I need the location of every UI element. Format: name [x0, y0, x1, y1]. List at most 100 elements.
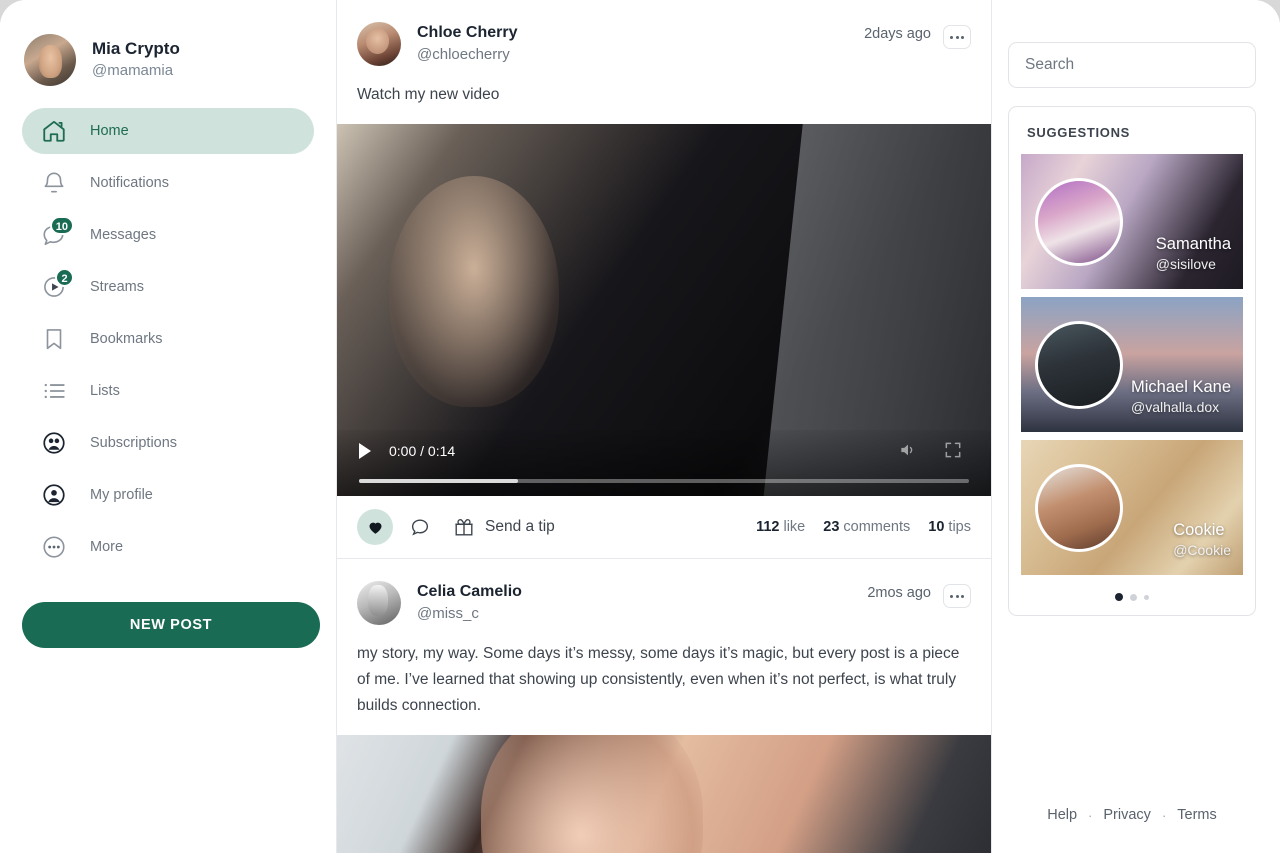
- post-options-button[interactable]: [943, 25, 971, 49]
- video-progress-bar[interactable]: [359, 479, 969, 484]
- like-button[interactable]: [357, 509, 393, 546]
- post-image[interactable]: [337, 735, 991, 853]
- bell-icon: [40, 169, 68, 197]
- sidebar-item-label: More: [90, 539, 124, 555]
- comment-button[interactable]: [409, 516, 431, 538]
- footer-links: Help · Privacy · Terms: [1008, 807, 1256, 853]
- suggestion-handle: @Cookie: [1173, 542, 1231, 559]
- suggestion-card[interactable]: Michael Kane @valhalla.dox: [1021, 297, 1243, 432]
- play-circle-icon: 2: [40, 268, 74, 301]
- likes-count: 112: [756, 519, 780, 536]
- list-icon: [40, 377, 68, 405]
- video-controls: 0:00 / 0:14: [337, 430, 991, 497]
- post: Chloe Cherry @chloecherry 2days ago Watc…: [337, 0, 991, 560]
- right-sidebar: SUGGESTIONS Samantha @sisilove Michael K…: [992, 0, 1280, 853]
- post-header: Chloe Cherry @chloecherry 2days ago: [337, 0, 991, 66]
- post-video-player[interactable]: 0:00 / 0:14: [337, 124, 991, 497]
- post-text: my story, my way. Some days it’s messy, …: [357, 645, 960, 715]
- feed: Chloe Cherry @chloecherry 2days ago Watc…: [336, 0, 992, 853]
- likes-label: like: [783, 519, 806, 536]
- sidebar-item-label: Notifications: [90, 175, 169, 191]
- user-circle-icon: [40, 481, 68, 509]
- heart-icon: [369, 522, 381, 534]
- post-author-handle[interactable]: @chloecherry: [417, 44, 864, 66]
- tips-label: tips: [948, 519, 971, 536]
- privacy-link[interactable]: Privacy: [1103, 807, 1151, 823]
- badge-count: 10: [49, 216, 74, 235]
- sidebar-item-streams[interactable]: 2 Streams: [22, 264, 314, 310]
- ellipsis-icon: [950, 594, 953, 598]
- badge-count: 2: [55, 268, 74, 287]
- sidebar-item-bookmarks[interactable]: Bookmarks: [22, 316, 314, 362]
- avatar[interactable]: [357, 22, 401, 66]
- post: Celia Camelio @miss_c 2mos ago my story,…: [337, 559, 991, 853]
- sidebar-item-label: Subscriptions: [90, 435, 178, 451]
- suggestion-name: Samantha: [1155, 234, 1231, 253]
- sidebar-item-label: My profile: [90, 487, 153, 503]
- sidebar-item-notifications[interactable]: Notifications: [22, 160, 314, 206]
- sidebar-item-more[interactable]: More: [22, 524, 314, 570]
- post-header: Celia Camelio @miss_c 2mos ago: [337, 559, 991, 626]
- carousel-dot[interactable]: [1130, 593, 1137, 601]
- tips-stat: 10 tips: [928, 518, 971, 536]
- post-author-name[interactable]: Chloe Cherry: [417, 22, 864, 44]
- ellipsis-icon: [955, 594, 959, 598]
- tips-count: 10: [928, 519, 945, 536]
- ellipsis-icon: [955, 35, 959, 39]
- sidebar-item-label: Streams: [90, 279, 144, 295]
- footer-separator: ·: [1161, 807, 1167, 823]
- post-timestamp: 2days ago: [864, 26, 931, 42]
- sidebar-item-home[interactable]: Home: [22, 108, 314, 154]
- avatar: [1035, 320, 1123, 409]
- comment-bubble-icon: [411, 519, 429, 536]
- new-post-button[interactable]: NEW POST: [22, 602, 320, 648]
- post-author-name[interactable]: Celia Camelio: [417, 581, 867, 603]
- current-user-profile[interactable]: Mia Crypto @mamamia: [22, 30, 314, 86]
- fullscreen-icon[interactable]: [943, 440, 969, 462]
- play-icon[interactable]: [359, 443, 371, 460]
- sidebar-item-label: Messages: [90, 227, 157, 243]
- sidebar-item-label: Lists: [90, 383, 120, 399]
- sidebar-item-my-profile[interactable]: My profile: [22, 472, 314, 518]
- profile-name: Mia Crypto: [92, 39, 180, 59]
- post-engagement-bar: Send a tip 112 like 23 comments 10 tips: [337, 496, 991, 558]
- sidebar-item-lists[interactable]: Lists: [22, 368, 314, 414]
- suggestions-title: SUGGESTIONS: [1027, 125, 1131, 140]
- sidebar-item-label: Bookmarks: [90, 331, 163, 347]
- post-text: Watch my new video: [357, 86, 500, 103]
- suggestion-card[interactable]: Samantha @sisilove: [1021, 154, 1243, 289]
- post-stats: 112 like 23 comments 10 tips: [756, 518, 971, 536]
- video-progress-fill: [359, 479, 518, 484]
- suggestion-handle: @sisilove: [1155, 256, 1216, 273]
- avatar[interactable]: [357, 581, 401, 626]
- bookmark-icon: [40, 325, 68, 353]
- ellipsis-icon: [950, 35, 953, 39]
- carousel-dot-active[interactable]: [1115, 593, 1123, 601]
- volume-icon[interactable]: [897, 440, 923, 462]
- gift-icon: [455, 519, 473, 536]
- post-options-button[interactable]: [943, 584, 971, 609]
- suggestion-name: Cookie: [1173, 520, 1225, 539]
- help-link[interactable]: Help: [1047, 807, 1077, 823]
- send-tip-button[interactable]: Send a tip: [453, 516, 555, 538]
- suggestion-card[interactable]: Cookie @Cookie: [1021, 440, 1243, 575]
- avatar: [1035, 463, 1123, 552]
- carousel-pagination: [1021, 583, 1243, 601]
- home-icon: [40, 117, 68, 145]
- search-input[interactable]: [1008, 42, 1256, 88]
- sidebar-item-subscriptions[interactable]: Subscriptions: [22, 420, 314, 466]
- comments-stat: 23 comments: [823, 518, 910, 536]
- likes-stat: 112 like: [756, 518, 805, 536]
- comments-count: 23: [823, 519, 840, 536]
- post-author-handle[interactable]: @miss_c: [417, 603, 867, 625]
- ellipsis-icon: [961, 35, 964, 39]
- carousel-dot[interactable]: [1144, 594, 1149, 600]
- avatar: [1035, 177, 1123, 266]
- suggestion-handle: @valhalla.dox: [1131, 399, 1220, 416]
- video-time-display: 0:00 / 0:14: [389, 443, 456, 460]
- terms-link[interactable]: Terms: [1177, 807, 1216, 823]
- profile-handle: @mamamia: [92, 62, 174, 80]
- sidebar-nav: Home Notifications 10 Messages 2 Streams…: [22, 108, 314, 570]
- left-sidebar: Mia Crypto @mamamia Home Notifications 1…: [0, 0, 336, 853]
- sidebar-item-messages[interactable]: 10 Messages: [22, 212, 314, 258]
